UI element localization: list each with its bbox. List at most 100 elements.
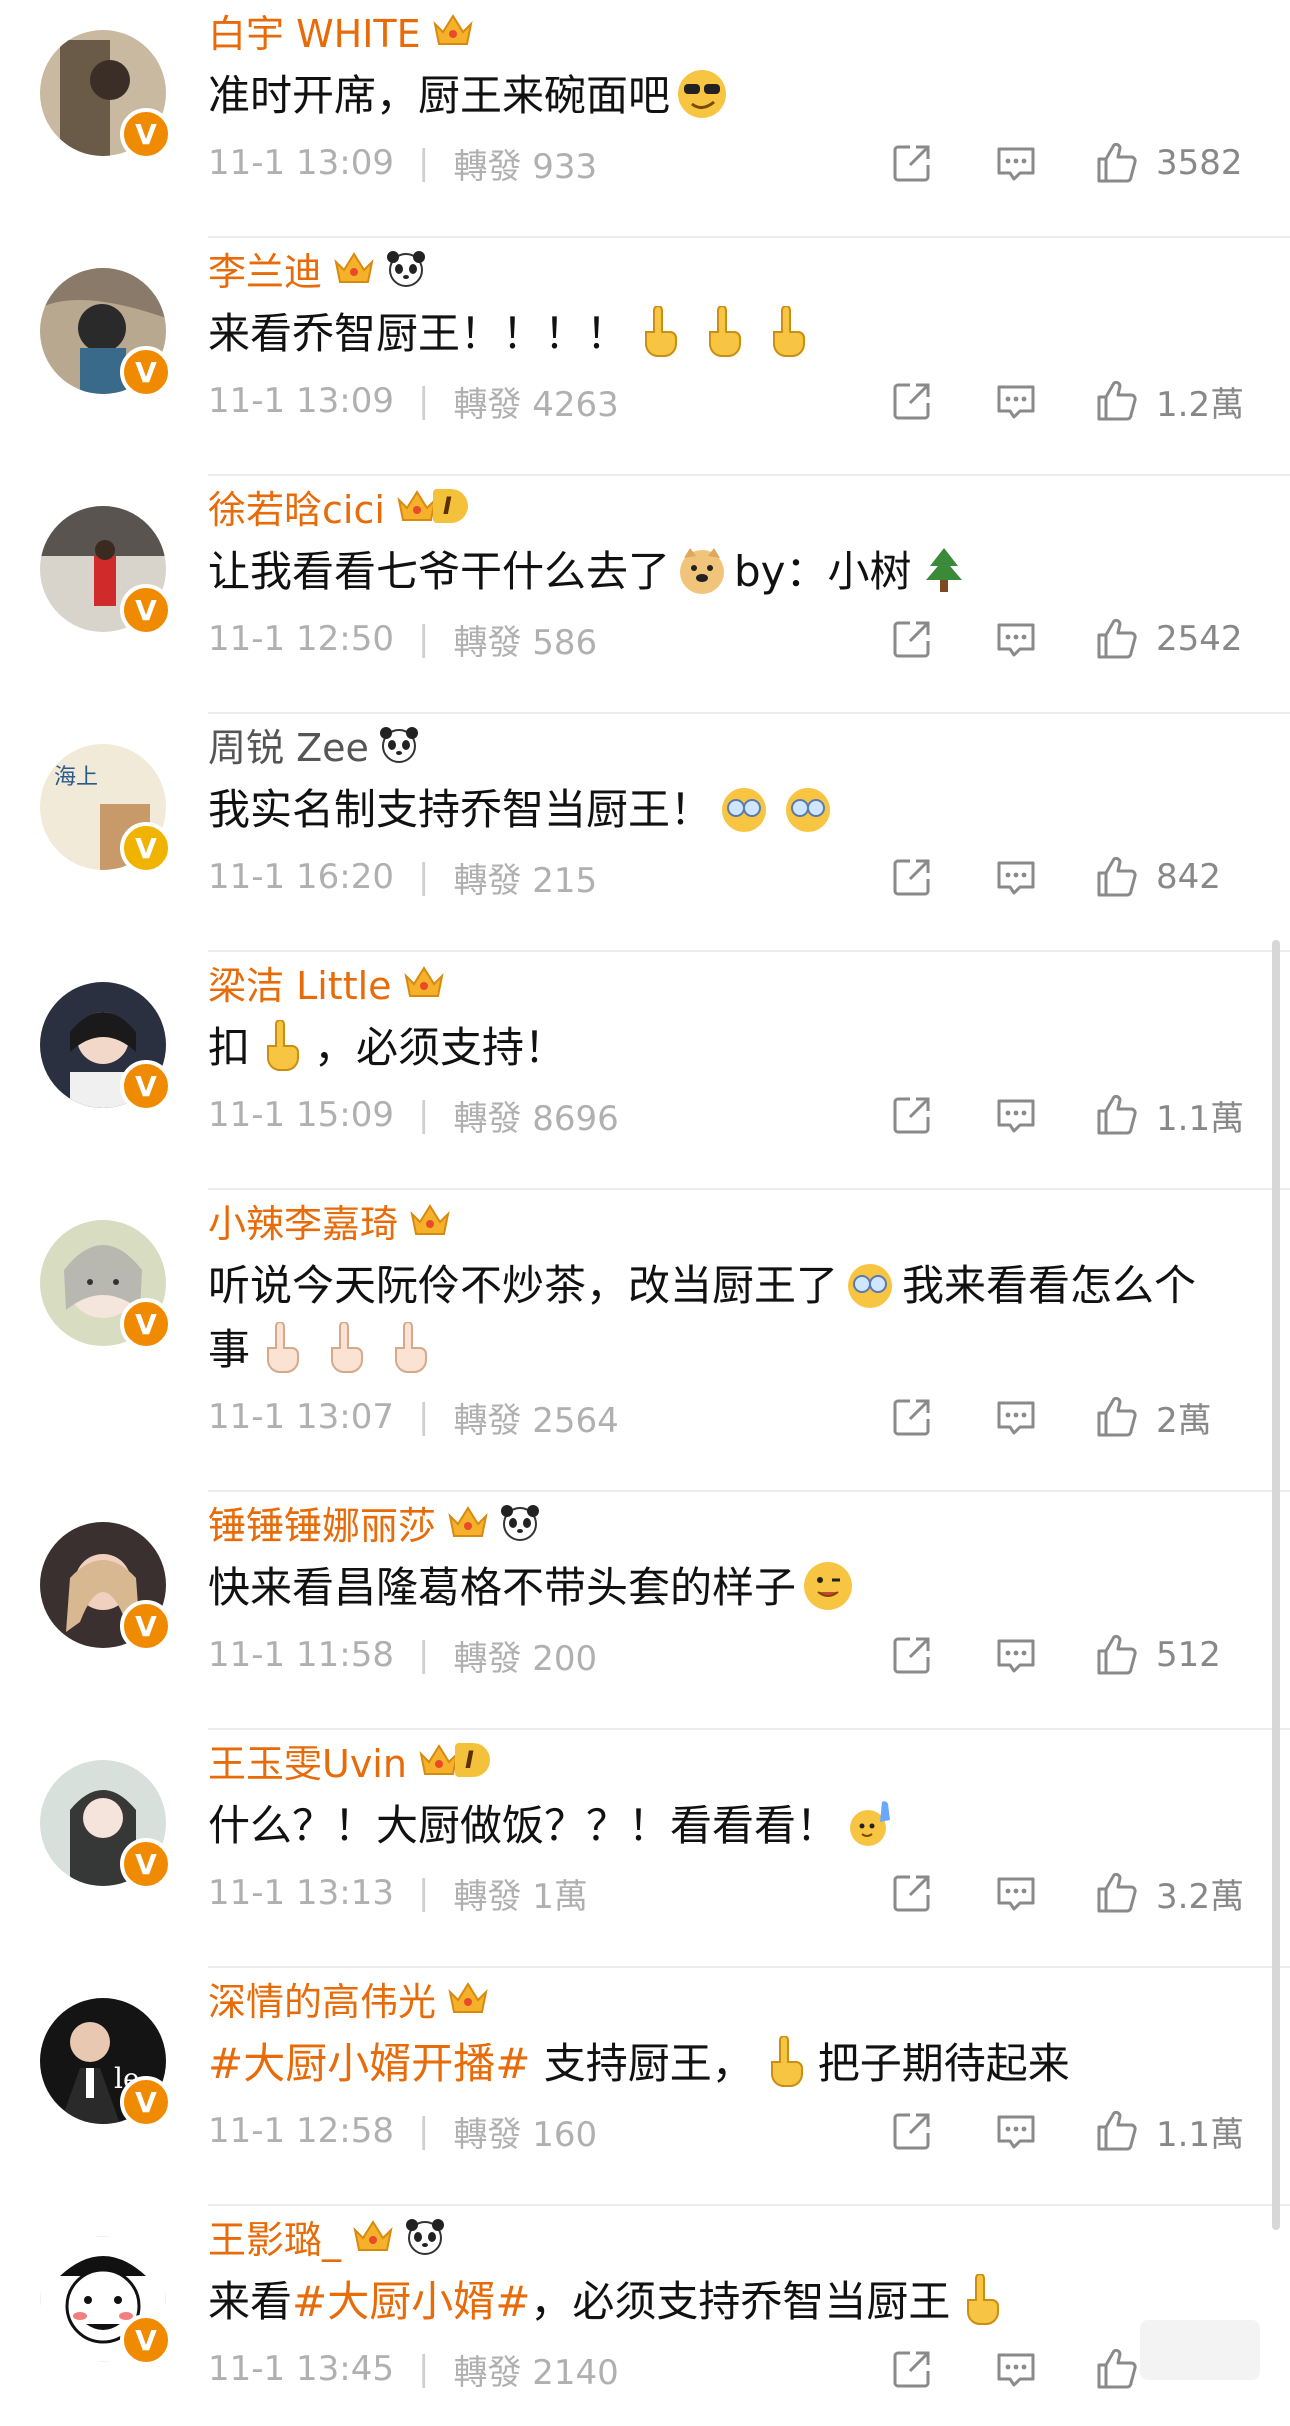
- pointing-up-emoji-icon: [760, 2036, 812, 2088]
- like-button[interactable]: 842: [1094, 855, 1246, 899]
- like-button[interactable]: 1.2萬: [1094, 377, 1246, 426]
- comment-icon[interactable]: [994, 379, 1038, 423]
- share-icon[interactable]: [890, 2347, 934, 2391]
- like-icon: [1094, 379, 1138, 423]
- user-name[interactable]: 锤锤锤娜丽莎: [208, 1495, 436, 1550]
- user-name[interactable]: 白宇 WHITE: [208, 3, 421, 58]
- divider: |: [418, 381, 430, 421]
- cheering-emoji-icon: [782, 782, 834, 834]
- avatar[interactable]: V: [40, 506, 172, 636]
- avatar[interactable]: V: [40, 1220, 172, 1350]
- avatar[interactable]: V: [40, 2236, 172, 2366]
- like-button[interactable]: 2萬: [1094, 1393, 1246, 1442]
- user-name[interactable]: 梁洁 Little: [208, 955, 392, 1010]
- comment-time: 11-1 15:09: [208, 1095, 394, 1135]
- forward-count: 轉發 8696: [453, 1098, 619, 1139]
- avatar[interactable]: le V: [40, 1998, 172, 2128]
- like-count: 1.1萬: [1156, 2114, 1245, 2155]
- like-button[interactable]: 3.2萬: [1094, 1869, 1246, 1918]
- comment-list: V 白宇 WHITE 准时开席，厨王来碗面吧 11-1 13:09 | 轉發 9…: [0, 0, 1290, 2426]
- like-icon: [1094, 1093, 1138, 1137]
- comment-text: 准时开席，厨王来碗面吧: [208, 64, 1290, 128]
- comment-icon[interactable]: [994, 1871, 1038, 1915]
- verified-badge-icon: V: [120, 2076, 172, 2128]
- like-button[interactable]: 1.1萬: [1094, 2107, 1246, 2156]
- share-icon[interactable]: [890, 1395, 934, 1439]
- user-name[interactable]: 小辣李嘉琦: [208, 1193, 398, 1248]
- glasses-emoji-icon: [844, 1258, 896, 1310]
- member-level-badge: I: [417, 1741, 490, 1779]
- verified-badge-icon: V: [120, 2314, 172, 2366]
- pointing-up-emoji-icon: [384, 1322, 436, 1374]
- divider: |: [418, 2349, 430, 2389]
- divider: |: [418, 619, 430, 659]
- topic-tag-link[interactable]: #大厨小婿#: [292, 2277, 530, 2326]
- like-button[interactable]: 1.1萬: [1094, 1091, 1246, 1140]
- share-icon[interactable]: [890, 379, 934, 423]
- like-button[interactable]: 3582: [1094, 141, 1246, 185]
- share-icon[interactable]: [890, 855, 934, 899]
- comment-item: V 白宇 WHITE 准时开席，厨王来碗面吧 11-1 13:09 | 轉發 9…: [40, 0, 1290, 238]
- share-icon[interactable]: [890, 1093, 934, 1137]
- like-count: 2542: [1156, 619, 1243, 659]
- share-icon[interactable]: [890, 2109, 934, 2153]
- pointing-up-emoji-icon: [320, 1322, 372, 1374]
- share-icon[interactable]: [890, 617, 934, 661]
- comment-icon[interactable]: [994, 1093, 1038, 1137]
- comment-time: 11-1 12:58: [208, 2111, 394, 2151]
- comment-item: V 李兰迪 来看乔智厨王！！！！ 11-1 13:09 | 轉發 4263 1.…: [40, 238, 1290, 476]
- like-icon: [1094, 617, 1138, 661]
- user-name[interactable]: 周锐 Zee: [208, 717, 369, 772]
- divider: |: [418, 2111, 430, 2151]
- user-name[interactable]: 王玉雯Uvin: [208, 1733, 407, 1788]
- comment-item: le V 深情的高伟光 #大厨小婿开播# 支持厨王， 把子期待起来 11-1 12…: [40, 1968, 1290, 2206]
- pointing-up-emoji-icon: [762, 306, 814, 358]
- comment-icon[interactable]: [994, 617, 1038, 661]
- like-button[interactable]: 512: [1094, 1633, 1246, 1677]
- forward-count: 轉發 4263: [453, 384, 619, 425]
- comment-text: 什么？！大厨做饭？？！看看看！: [208, 1794, 1290, 1858]
- like-icon: [1094, 1633, 1138, 1677]
- crown-icon: [332, 248, 376, 288]
- like-button[interactable]: 2542: [1094, 617, 1246, 661]
- user-name[interactable]: 深情的高伟光: [208, 1971, 436, 2026]
- comment-item: V 徐若晗cici I 让我看看七爷干什么去了 by：小树 11-1 12:50 …: [40, 476, 1290, 714]
- verified-badge-icon: V: [120, 822, 172, 874]
- comment-time: 11-1 13:09: [208, 381, 394, 421]
- pointing-up-emoji-icon: [698, 306, 750, 358]
- comment-icon[interactable]: [994, 141, 1038, 185]
- share-icon[interactable]: [890, 1633, 934, 1677]
- topic-tag-link[interactable]: #大厨小婿开播#: [208, 2039, 530, 2088]
- pointing-up-emoji-icon: [256, 1322, 308, 1374]
- verified-badge-icon: V: [120, 346, 172, 398]
- avatar[interactable]: V: [40, 1522, 172, 1652]
- panda-icon: [377, 724, 421, 764]
- avatar[interactable]: V: [40, 268, 172, 398]
- user-name[interactable]: 王影璐_: [208, 2209, 341, 2264]
- comment-icon[interactable]: [994, 1395, 1038, 1439]
- like-icon: [1094, 1871, 1138, 1915]
- forward-count: 轉發 1萬: [453, 1876, 588, 1917]
- avatar[interactable]: V: [40, 1760, 172, 1890]
- crown-icon: [446, 1502, 490, 1542]
- crown-icon: [408, 1200, 452, 1240]
- comment-icon[interactable]: [994, 2347, 1038, 2391]
- avatar[interactable]: V: [40, 982, 172, 1112]
- scrollbar[interactable]: [1272, 940, 1280, 2230]
- comment-icon[interactable]: [994, 855, 1038, 899]
- comment-text: #大厨小婿开播# 支持厨王， 把子期待起来: [208, 2032, 1290, 2096]
- share-icon[interactable]: [890, 141, 934, 185]
- like-count: 842: [1156, 857, 1221, 897]
- comment-icon[interactable]: [994, 1633, 1038, 1677]
- user-name[interactable]: 徐若晗cici: [208, 479, 385, 534]
- share-icon[interactable]: [890, 1871, 934, 1915]
- forward-count: 轉發 2564: [453, 1400, 619, 1441]
- avatar[interactable]: V: [40, 30, 172, 160]
- user-name[interactable]: 李兰迪: [208, 241, 322, 296]
- panda-icon: [498, 1502, 542, 1542]
- avatar[interactable]: 海上 V: [40, 744, 172, 874]
- comment-text: 来看#大厨小婿#，必须支持乔智当厨王: [208, 2270, 1290, 2334]
- crown-icon: [351, 2216, 395, 2256]
- comment-text: 让我看看七爷干什么去了 by：小树: [208, 540, 1290, 604]
- comment-icon[interactable]: [994, 2109, 1038, 2153]
